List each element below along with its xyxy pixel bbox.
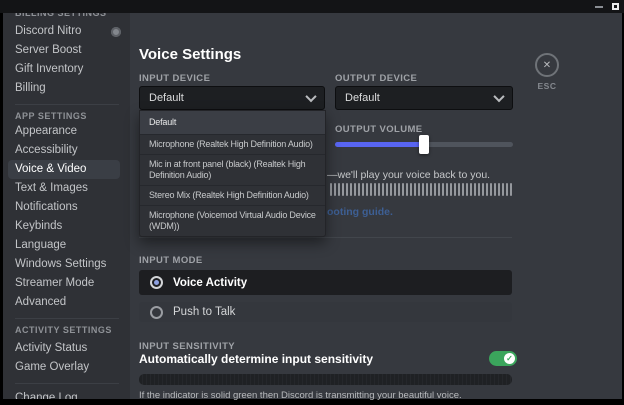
radio-selected-icon xyxy=(150,276,163,289)
close-button[interactable]: ✕ xyxy=(535,53,559,77)
sidebar-header-activity-settings: ACTIVITY SETTINGS xyxy=(15,324,130,336)
page-title: Voice Settings xyxy=(139,46,241,63)
sidebar-item-language[interactable]: Language xyxy=(15,236,130,255)
voice-settings-panel: Voice Settings ✕ ESC INPUT DEVICE Defaul… xyxy=(130,13,622,399)
section-divider xyxy=(139,237,512,238)
troubleshooting-guide-link-fragment[interactable]: ooting guide. xyxy=(327,206,393,218)
toggle-check-icon: ✓ xyxy=(504,353,515,364)
output-volume-label: OUTPUT VOLUME xyxy=(335,124,423,135)
auto-sensitivity-row: Automatically determine input sensitivit… xyxy=(139,351,517,366)
sidebar-item-streamer-mode[interactable]: Streamer Mode xyxy=(15,274,130,293)
sidebar-divider xyxy=(15,318,119,319)
sidebar-item-change-log[interactable]: Change Log xyxy=(15,389,130,399)
sidebar-header-app-settings: APP SETTINGS xyxy=(15,110,130,122)
output-device-label: OUTPUT DEVICE xyxy=(335,73,417,84)
sidebar-item-activity-status[interactable]: Activity Status xyxy=(15,339,130,358)
input-device-label: INPUT DEVICE xyxy=(139,73,210,84)
settings-sidebar: BILLING SETTINGS Discord Nitro Server Bo… xyxy=(3,13,130,399)
output-volume-fill xyxy=(335,142,424,147)
sidebar-item-billing[interactable]: Billing xyxy=(15,79,130,98)
chevron-down-icon xyxy=(493,91,504,102)
input-device-select[interactable]: Default xyxy=(139,86,325,110)
sidebar-header-billing-settings: BILLING SETTINGS xyxy=(15,13,130,19)
auto-sensitivity-text: Automatically determine input sensitivit… xyxy=(139,352,373,366)
output-device-value: Default xyxy=(345,92,380,104)
sidebar-divider xyxy=(15,104,119,105)
sidebar-item-windows-settings[interactable]: Windows Settings xyxy=(15,255,130,274)
dropdown-option-mic-in-front-panel[interactable]: Mic in at front panel (black) (Realtek H… xyxy=(140,154,325,185)
mic-test-level-meter xyxy=(330,183,512,196)
input-device-value: Default xyxy=(149,92,184,104)
esc-hint-label: ESC xyxy=(533,81,561,91)
sensitivity-footnote: If the indicator is solid green then Dis… xyxy=(139,390,462,401)
minimize-icon[interactable] xyxy=(595,6,603,8)
input-mode-option-voice-activity[interactable]: Voice Activity xyxy=(139,270,512,295)
input-sensitivity-meter xyxy=(139,374,512,385)
nitro-badge-icon xyxy=(111,27,121,37)
sidebar-item-server-boost[interactable]: Server Boost xyxy=(15,41,130,60)
maximize-icon[interactable] xyxy=(612,3,619,10)
output-volume-handle[interactable] xyxy=(419,135,429,154)
output-device-select[interactable]: Default xyxy=(335,86,513,110)
sidebar-divider xyxy=(15,383,119,384)
radio-unselected-icon xyxy=(150,306,163,319)
window-titlebar xyxy=(0,0,624,13)
sidebar-item-accessibility[interactable]: Accessibility xyxy=(15,141,130,160)
input-mode-label: INPUT MODE xyxy=(139,255,203,266)
sidebar-item-game-overlay[interactable]: Game Overlay xyxy=(15,358,130,377)
sidebar-item-label: Discord Nitro xyxy=(15,22,81,41)
sidebar-item-gift-inventory[interactable]: Gift Inventory xyxy=(15,60,130,79)
dropdown-option-voicemod[interactable]: Microphone (Voicemod Virtual Audio Devic… xyxy=(140,205,325,236)
auto-sensitivity-toggle[interactable]: ✓ xyxy=(489,351,517,366)
output-volume-slider[interactable] xyxy=(335,142,513,147)
sidebar-item-discord-nitro[interactable]: Discord Nitro xyxy=(15,22,130,41)
sidebar-item-keybinds[interactable]: Keybinds xyxy=(15,217,130,236)
close-icon: ✕ xyxy=(543,60,551,71)
sidebar-item-appearance[interactable]: Appearance xyxy=(15,122,130,141)
input-device-dropdown: Default Microphone (Realtek High Definit… xyxy=(139,110,326,237)
mic-test-description-fragment: —we'll play your voice back to you. xyxy=(327,169,490,181)
sidebar-item-text-images[interactable]: Text & Images xyxy=(15,179,130,198)
sidebar-item-voice-video[interactable]: Voice & Video xyxy=(8,160,120,179)
input-mode-option-label: Voice Activity xyxy=(173,277,247,289)
dropdown-option-default[interactable]: Default xyxy=(140,111,325,134)
dropdown-option-microphone-realtek[interactable]: Microphone (Realtek High Definition Audi… xyxy=(140,134,325,154)
chevron-down-icon xyxy=(305,91,316,102)
sidebar-item-advanced[interactable]: Advanced xyxy=(15,293,130,312)
input-mode-option-label: Push to Talk xyxy=(173,306,235,318)
sidebar-item-notifications[interactable]: Notifications xyxy=(15,198,130,217)
dropdown-option-stereo-mix[interactable]: Stereo Mix (Realtek High Definition Audi… xyxy=(140,185,325,205)
input-mode-option-push-to-talk[interactable]: Push to Talk xyxy=(139,302,512,322)
